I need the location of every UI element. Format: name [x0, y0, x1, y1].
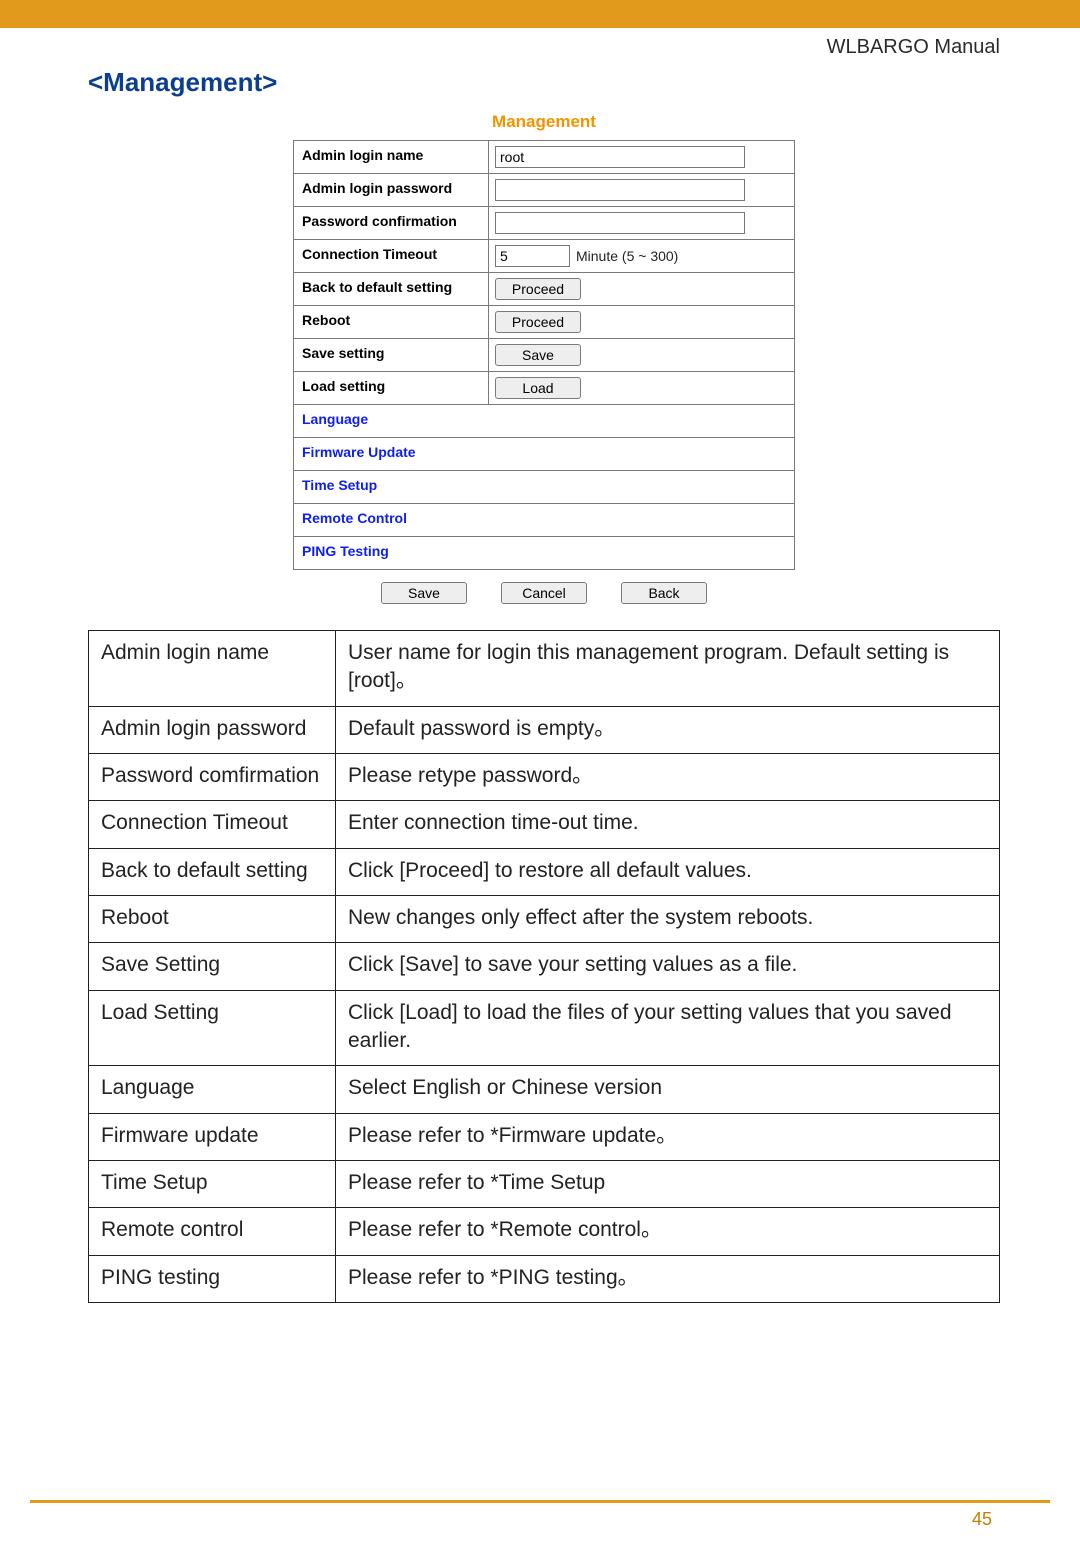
desc-term: Firmware update	[89, 1113, 336, 1160]
row-back-default: Back to default setting Proceed	[294, 273, 794, 306]
desc-text: Please refer to *Time Setup	[336, 1161, 1000, 1208]
admin-login-name-input[interactable]	[495, 146, 745, 168]
link-time-setup-text: Time Setup	[294, 471, 794, 503]
link-ping-testing-text: PING Testing	[294, 537, 794, 569]
link-remote-control-text: Remote Control	[294, 504, 794, 536]
link-language[interactable]: Language	[294, 405, 794, 438]
desc-text: Please retype password。	[336, 754, 1000, 801]
desc-text: Click [Load] to load the files of your s…	[336, 990, 1000, 1066]
label-back-default: Back to default setting	[294, 273, 489, 305]
link-language-text: Language	[294, 405, 794, 437]
top-orange-bar	[0, 0, 1080, 28]
desc-term: Load Setting	[89, 990, 336, 1066]
desc-term: PING testing	[89, 1255, 336, 1302]
desc-text: Please refer to *Firmware update。	[336, 1113, 1000, 1160]
row-reboot: Reboot Proceed	[294, 306, 794, 339]
table-row: Firmware updatePlease refer to *Firmware…	[89, 1113, 1000, 1160]
row-load-setting: Load setting Load	[294, 372, 794, 405]
table-row: RebootNew changes only effect after the …	[89, 896, 1000, 943]
desc-text: Click [Save] to save your setting values…	[336, 943, 1000, 990]
desc-text: New changes only effect after the system…	[336, 896, 1000, 943]
desc-text: Please refer to *Remote control。	[336, 1208, 1000, 1255]
link-ping-testing[interactable]: PING Testing	[294, 537, 794, 569]
table-row: Time SetupPlease refer to *Time Setup	[89, 1161, 1000, 1208]
desc-text: Click [Proceed] to restore all default v…	[336, 848, 1000, 895]
description-table: Admin login nameUser name for login this…	[88, 630, 1000, 1303]
admin-login-password-input[interactable]	[495, 179, 745, 201]
desc-term: Reboot	[89, 896, 336, 943]
link-remote-control[interactable]: Remote Control	[294, 504, 794, 537]
table-row: Password comfirmationPlease retype passw…	[89, 754, 1000, 801]
doc-title: WLBARGO Manual	[88, 36, 1000, 59]
table-row: Load SettingClick [Load] to load the fil…	[89, 990, 1000, 1066]
table-row: Admin login nameUser name for login this…	[89, 631, 1000, 707]
desc-term: Back to default setting	[89, 848, 336, 895]
desc-text: Enter connection time-out time.	[336, 801, 1000, 848]
connection-timeout-input[interactable]	[495, 245, 570, 267]
form-cancel-button[interactable]: Cancel	[501, 582, 587, 604]
page-number: 45	[0, 1509, 1080, 1530]
desc-text: Default password is empty。	[336, 706, 1000, 753]
reboot-proceed-button[interactable]: Proceed	[495, 311, 581, 333]
label-save-setting: Save setting	[294, 339, 489, 371]
desc-term: Language	[89, 1066, 336, 1113]
password-confirmation-input[interactable]	[495, 212, 745, 234]
connection-timeout-hint: Minute (5 ~ 300)	[576, 248, 678, 264]
back-default-proceed-button[interactable]: Proceed	[495, 278, 581, 300]
row-save-setting: Save setting Save	[294, 339, 794, 372]
page-footer: 45	[0, 1500, 1080, 1530]
table-row: Admin login passwordDefault password is …	[89, 706, 1000, 753]
label-reboot: Reboot	[294, 306, 489, 338]
desc-term: Time Setup	[89, 1161, 336, 1208]
label-password-confirmation: Password confirmation	[294, 207, 489, 239]
desc-term: Save Setting	[89, 943, 336, 990]
link-firmware-update[interactable]: Firmware Update	[294, 438, 794, 471]
load-setting-button[interactable]: Load	[495, 377, 581, 399]
link-time-setup[interactable]: Time Setup	[294, 471, 794, 504]
table-row: Remote controlPlease refer to *Remote co…	[89, 1208, 1000, 1255]
form-back-button[interactable]: Back	[621, 582, 707, 604]
label-admin-login-password: Admin login password	[294, 174, 489, 206]
management-screenshot: Management Admin login name Admin login …	[88, 112, 1000, 604]
link-firmware-update-text: Firmware Update	[294, 438, 794, 470]
footer-line	[30, 1500, 1050, 1503]
desc-text: Please refer to *PING testing。	[336, 1255, 1000, 1302]
desc-term: Password comfirmation	[89, 754, 336, 801]
management-form: Admin login name Admin login password Pa…	[293, 140, 795, 570]
label-connection-timeout: Connection Timeout	[294, 240, 489, 272]
desc-term: Remote control	[89, 1208, 336, 1255]
label-load-setting: Load setting	[294, 372, 489, 404]
row-password-confirmation: Password confirmation	[294, 207, 794, 240]
table-row: Connection TimeoutEnter connection time-…	[89, 801, 1000, 848]
save-setting-button[interactable]: Save	[495, 344, 581, 366]
desc-text: Select English or Chinese version	[336, 1066, 1000, 1113]
desc-text: User name for login this management prog…	[336, 631, 1000, 707]
bottom-button-row: Save Cancel Back	[294, 582, 794, 604]
table-row: Back to default settingClick [Proceed] t…	[89, 848, 1000, 895]
section-heading: <Management>	[88, 67, 1000, 98]
desc-term: Admin login name	[89, 631, 336, 707]
table-row: Save SettingClick [Save] to save your se…	[89, 943, 1000, 990]
table-row: LanguageSelect English or Chinese versio…	[89, 1066, 1000, 1113]
row-admin-login-name: Admin login name	[294, 141, 794, 174]
desc-term: Admin login password	[89, 706, 336, 753]
table-row: PING testingPlease refer to *PING testin…	[89, 1255, 1000, 1302]
form-save-button[interactable]: Save	[381, 582, 467, 604]
label-admin-login-name: Admin login name	[294, 141, 489, 173]
row-admin-login-password: Admin login password	[294, 174, 794, 207]
desc-term: Connection Timeout	[89, 801, 336, 848]
screenshot-title: Management	[88, 112, 1000, 132]
row-connection-timeout: Connection Timeout Minute (5 ~ 300)	[294, 240, 794, 273]
